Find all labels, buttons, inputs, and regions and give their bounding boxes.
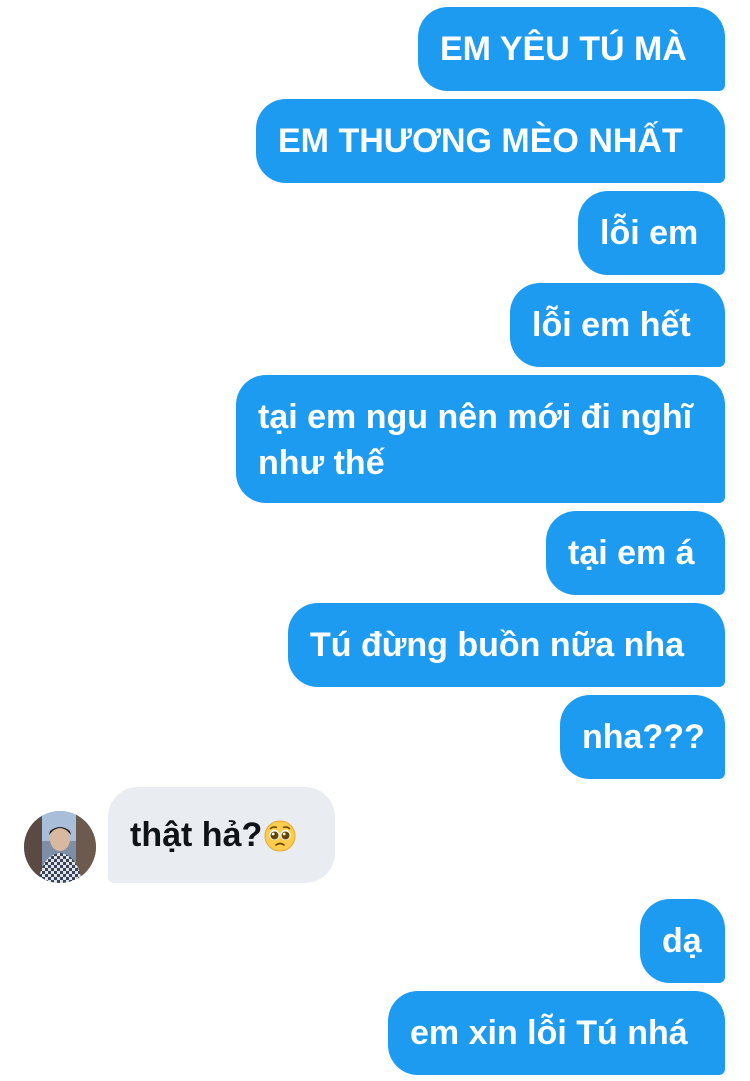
incoming-message[interactable]: thật hả? <box>108 787 335 883</box>
incoming-message-text: thật hả? <box>130 816 263 854</box>
outgoing-message[interactable]: lỗi em hết <box>510 283 725 367</box>
outgoing-message[interactable]: dạ <box>640 899 725 983</box>
outgoing-message[interactable]: tại em ngu nên mới đi nghĩ như thế <box>236 375 725 503</box>
outgoing-message[interactable]: em xin lỗi Tú nhá <box>388 991 725 1075</box>
outgoing-message[interactable]: EM YÊU TÚ MÀ <box>418 7 725 91</box>
avatar-photo <box>24 811 96 883</box>
outgoing-message[interactable]: lỗi em <box>578 191 725 275</box>
contact-avatar[interactable] <box>24 811 96 883</box>
outgoing-message[interactable]: Tú đừng buồn nữa nha <box>288 603 725 687</box>
pleading-face-icon <box>264 818 296 864</box>
outgoing-message[interactable]: tại em á <box>546 511 725 595</box>
outgoing-message[interactable]: nha??? <box>560 695 725 779</box>
outgoing-message[interactable]: EM THƯƠNG MÈO NHẤT <box>256 99 725 183</box>
